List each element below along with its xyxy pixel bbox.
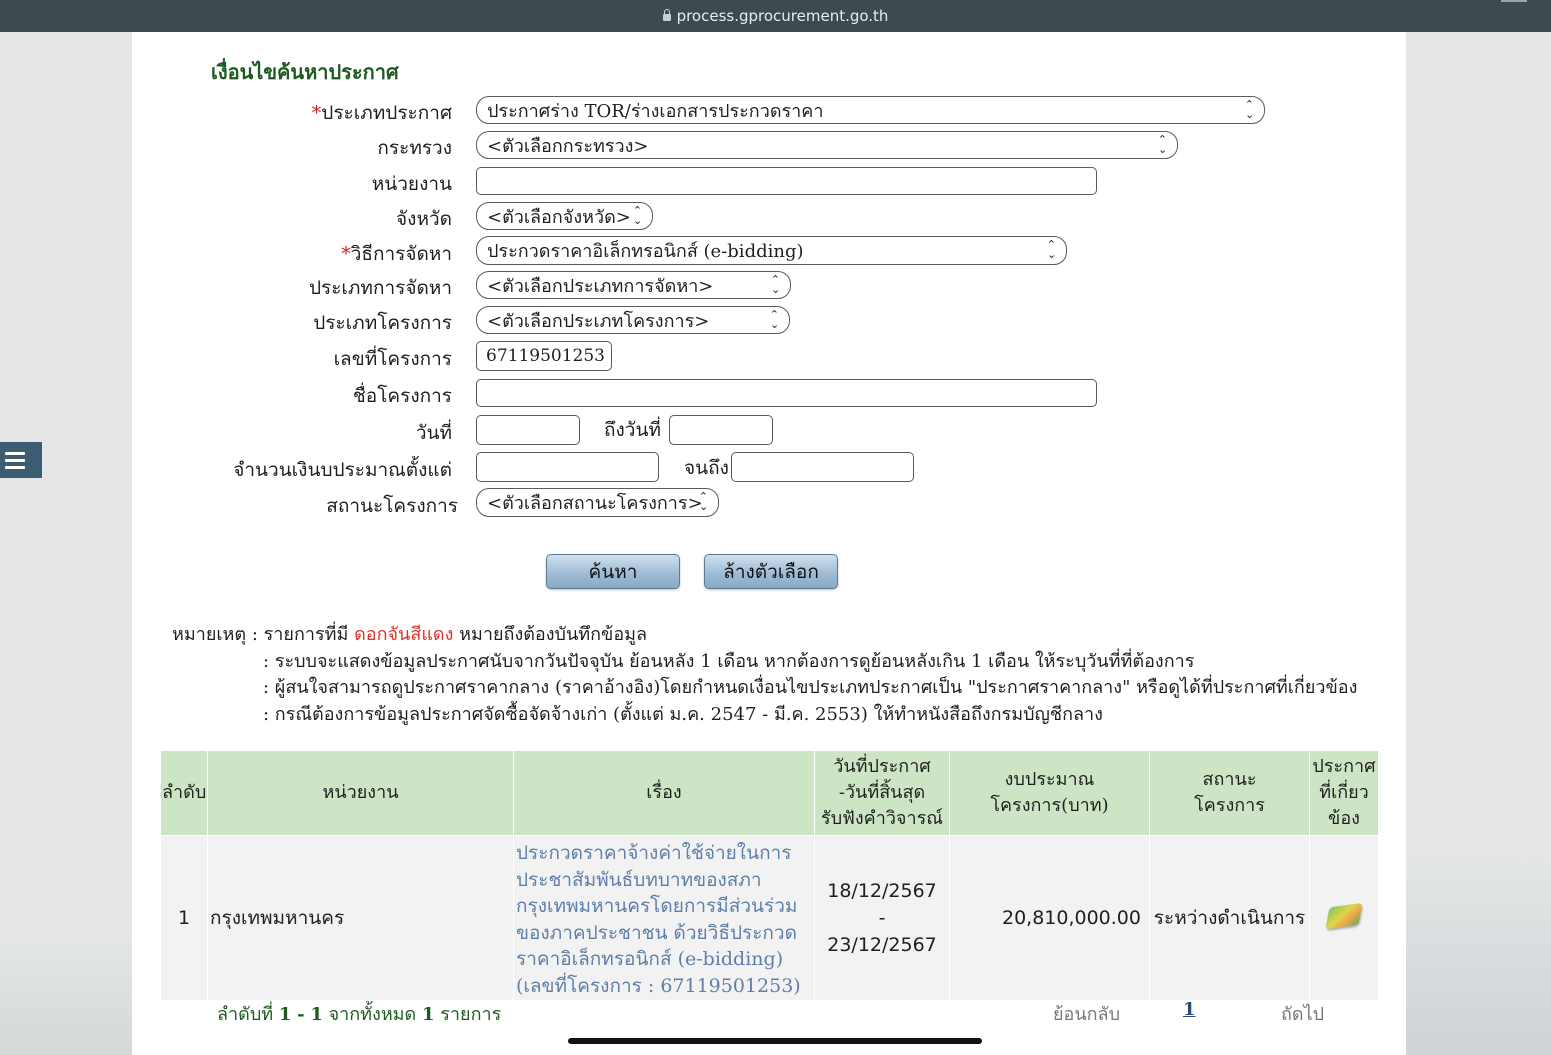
agency-input[interactable] xyxy=(476,167,1097,195)
budget-to-label: จนถึง xyxy=(684,457,729,479)
cell-status: ระหว่างดำเนินการ xyxy=(1149,835,1310,1001)
project-type-label: ประเภทโครงการ xyxy=(313,312,452,334)
cell-agency: กรุงเทพมหานคร xyxy=(207,835,514,1001)
announce-type-select[interactable]: ประกาศร่าง TOR/ร่างเอกสารประกวดราคา ⌃ ⌃ xyxy=(476,96,1265,124)
browser-address-bar[interactable]: process.gprocurement.go.th xyxy=(0,0,1551,32)
chevron-updown-icon: ⌃ ⌃ xyxy=(1244,98,1254,120)
col-header-agency: หน่วยงาน xyxy=(207,750,514,836)
cell-budget: 20,810,000.00 xyxy=(949,835,1150,1001)
province-select[interactable]: <ตัวเลือกจังหวัด> ⌃ ⌃ xyxy=(476,202,653,230)
agency-label: หน่วยงาน xyxy=(371,173,452,195)
cell-related xyxy=(1309,835,1379,1001)
url-text: process.gprocurement.go.th xyxy=(676,7,889,25)
page-1-link[interactable]: 1 xyxy=(1183,999,1196,1020)
search-button[interactable]: ค้นหา xyxy=(546,554,680,589)
col-header-subject: เรื่อง xyxy=(513,750,815,836)
chevron-updown-icon: ⌃ ⌃ xyxy=(770,273,780,295)
chevron-updown-icon: ⌃ ⌃ xyxy=(632,204,642,226)
project-type-select[interactable]: <ตัวเลือกประเภทโครงการ> ⌃ ⌃ xyxy=(476,306,790,334)
budget-to-input[interactable] xyxy=(731,452,914,482)
col-header-status: สถานะ โครงการ xyxy=(1149,750,1310,836)
chevron-updown-icon: ⌃ ⌃ xyxy=(1046,238,1056,260)
hamburger-menu-icon[interactable] xyxy=(0,442,42,478)
home-indicator xyxy=(568,1038,982,1044)
project-name-label: ชื่อโครงการ xyxy=(352,385,452,407)
tab-indicator xyxy=(1501,0,1527,2)
chevron-updown-icon: ⌃ ⌃ xyxy=(698,490,708,512)
status-label: สถานะโครงการ xyxy=(326,495,458,517)
col-header-date: วันที่ประกาศ -วันที่สิ้นสุด รับฟังคำวิจารณ… xyxy=(814,750,950,836)
background-right xyxy=(1406,32,1551,1055)
note-line-1: หมายเหตุ : รายการที่มี ดอกจันสีแดง หมายถ… xyxy=(172,624,648,645)
method-select[interactable]: ประกวดราคาอิเล็กทรอนิกส์ (e-bidding) ⌃ ⌃ xyxy=(476,236,1067,265)
status-select[interactable]: <ตัวเลือกสถานะโครงการ> ⌃ ⌃ xyxy=(476,488,719,517)
col-header-related: ประกาศ ที่เกี่ยว ข้อง xyxy=(1309,750,1379,836)
clear-button[interactable]: ล้างตัวเลือก xyxy=(704,554,838,589)
subject-link[interactable]: ประกวดราคาจ้างค่าใช้จ่ายในการประชาสัมพัน… xyxy=(513,835,815,1001)
col-header-no: ลำดับ xyxy=(160,750,208,836)
note-line-3: : ผู้สนใจสามารถดูประกาศราคากลาง (ราคาอ้า… xyxy=(263,677,1358,698)
next-page-link[interactable]: ถัดไป xyxy=(1281,999,1324,1028)
ministry-select[interactable]: <ตัวเลือกกระทรวง> ⌃ ⌃ xyxy=(476,131,1178,159)
pager-summary: ลำดับที่ 1 - 1 จากทั้งหมด 1 รายการ xyxy=(217,1004,502,1025)
project-no-input[interactable]: 67119501253 xyxy=(476,341,612,371)
related-document-icon[interactable] xyxy=(1325,902,1363,929)
procure-type-select[interactable]: <ตัวเลือกประเภทการจัดหา> ⌃ ⌃ xyxy=(476,271,791,299)
cell-no: 1 xyxy=(160,835,208,1001)
budget-from-input[interactable] xyxy=(476,452,659,482)
budget-label: จำนวนเงินบประมาณตั้งแต่ xyxy=(233,459,452,481)
prev-page-link[interactable]: ย้อนกลับ xyxy=(1053,999,1120,1028)
announce-type-label: *ประเภทประกาศ xyxy=(311,102,452,124)
note-line-2: : ระบบจะแสดงข้อมูลประกาศนับจากวันปัจจุบั… xyxy=(263,651,1195,672)
cell-date: 18/12/2567-23/12/2567 xyxy=(814,835,950,1001)
date-to-label: ถึงวันที่ xyxy=(604,419,661,441)
table-row: 1 กรุงเทพมหานคร ประกวดราคาจ้างค่าใช้จ่าย… xyxy=(160,835,1379,1001)
project-no-label: เลขที่โครงการ xyxy=(333,348,452,370)
col-header-budget: งบประมาณ โครงการ(บาท) xyxy=(949,750,1150,836)
ministry-label: กระทรวง xyxy=(377,137,452,159)
date-to-input[interactable] xyxy=(669,415,773,445)
table-header-row: ลำดับ หน่วยงาน เรื่อง วันที่ประกาศ -วันที… xyxy=(160,750,1379,836)
search-section-title: เงื่อนไขค้นหาประกาศ xyxy=(211,60,399,84)
required-note-red: ดอกจันสีแดง xyxy=(354,624,454,645)
procure-type-label: ประเภทการจัดหา xyxy=(308,277,452,299)
lock-icon xyxy=(662,9,671,21)
method-label: *วิธีการจัดหา xyxy=(341,243,452,265)
project-name-input[interactable] xyxy=(476,379,1097,407)
chevron-updown-icon: ⌃ ⌃ xyxy=(769,308,779,330)
background-left xyxy=(0,32,132,1055)
chevron-updown-icon: ⌃ ⌃ xyxy=(1157,133,1167,155)
province-label: จังหวัด xyxy=(396,208,452,230)
note-line-4: : กรณีต้องการข้อมูลประกาศจัดซื้อจัดจ้างเ… xyxy=(263,704,1103,725)
date-from-input[interactable] xyxy=(476,415,580,445)
results-table: ลำดับ หน่วยงาน เรื่อง วันที่ประกาศ -วันที… xyxy=(160,750,1379,1001)
date-label: วันที่ xyxy=(415,422,452,444)
